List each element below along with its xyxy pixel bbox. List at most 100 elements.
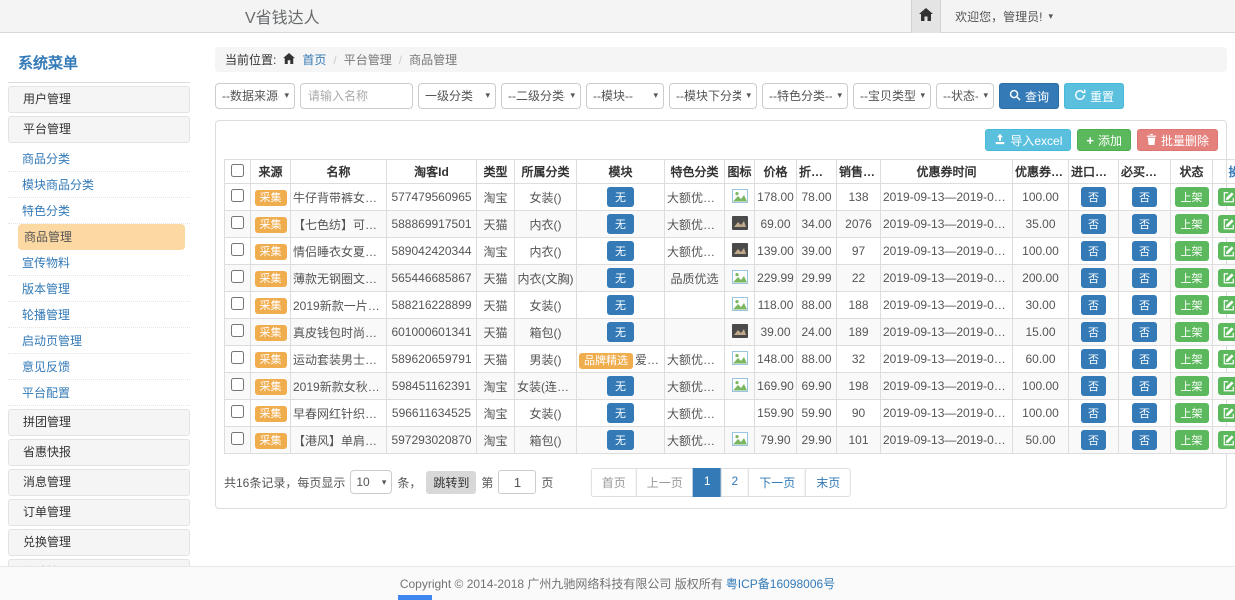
module-select[interactable]: --模块-- [586,83,664,109]
must-buy-toggle[interactable]: 否 [1132,214,1157,234]
category1-select[interactable]: 一级分类 [418,83,496,109]
row-checkbox[interactable] [231,297,244,310]
import-optional-toggle[interactable]: 否 [1081,403,1106,423]
status-badge[interactable]: 上架 [1175,430,1209,450]
sidebar-subitem-platform-config[interactable]: 平台配置 [8,380,190,406]
pager-last[interactable]: 末页 [805,468,851,497]
import-optional-toggle[interactable]: 否 [1081,376,1106,396]
row-checkbox[interactable] [231,378,244,391]
must-buy-toggle[interactable]: 否 [1132,430,1157,450]
edit-button[interactable] [1218,377,1235,395]
status-badge[interactable]: 上架 [1175,403,1209,423]
import-optional-toggle[interactable]: 否 [1081,241,1106,261]
home-button[interactable] [911,0,941,33]
status-badge[interactable]: 上架 [1175,268,1209,288]
edit-button[interactable] [1218,431,1235,449]
import-optional-toggle[interactable]: 否 [1081,187,1106,207]
search-button[interactable]: 查询 [999,83,1059,109]
must-buy-toggle[interactable]: 否 [1132,241,1157,261]
row-checkbox[interactable] [231,216,244,229]
row-checkbox[interactable] [231,432,244,445]
icp-link[interactable]: 粤ICP备16098006号 [726,575,835,592]
row-checkbox[interactable] [231,405,244,418]
source-cell: 采集 [251,373,291,400]
horizontal-scrollbar-thumb[interactable] [398,595,432,600]
status-badge[interactable]: 上架 [1175,349,1209,369]
jump-button[interactable]: 跳转到 [426,471,476,494]
import-optional-toggle[interactable]: 否 [1081,430,1106,450]
product-thumbnail-icon [732,327,748,341]
sidebar-item-savings-express[interactable]: 省惠快报 [8,439,190,466]
type-cell: 天猫 [477,265,515,292]
data-source-select[interactable]: --数据来源-- [215,83,295,109]
must-buy-toggle[interactable]: 否 [1132,268,1157,288]
edit-button[interactable] [1218,188,1235,206]
select-all-checkbox[interactable] [231,164,244,177]
status-badge[interactable]: 上架 [1175,241,1209,261]
sidebar-item-platform-management[interactable]: 平台管理 [8,116,190,143]
pager-first[interactable]: 首页 [591,468,637,497]
sidebar-subitem-goods-management[interactable]: 商品管理 [18,224,185,250]
edit-button[interactable] [1218,269,1235,287]
row-checkbox[interactable] [231,270,244,283]
row-checkbox[interactable] [231,324,244,337]
per-page-select[interactable]: 10 [350,470,392,494]
import-optional-toggle[interactable]: 否 [1081,295,1106,315]
sidebar-subitem-carousel-management[interactable]: 轮播管理 [8,302,190,328]
breadcrumb-home-link[interactable]: 首页 [302,51,326,68]
sidebar-item-user-management[interactable]: 用户管理 [8,86,190,113]
feature-category-select[interactable]: --特色分类-- [762,83,848,109]
module-sub-select[interactable]: --模块下分类-- [669,83,757,109]
item-type-select[interactable]: --宝贝类型-- [853,83,931,109]
status-select[interactable]: --状态-- [936,83,994,109]
edit-button[interactable] [1218,242,1235,260]
add-button[interactable]: + 添加 [1077,129,1131,151]
must-buy-toggle[interactable]: 否 [1132,376,1157,396]
import-optional-toggle[interactable]: 否 [1081,322,1106,342]
row-checkbox[interactable] [231,189,244,202]
sidebar-item-exchange-management[interactable]: 兑换管理 [8,529,190,556]
sidebar-subitem-module-goods-category[interactable]: 模块商品分类 [8,172,190,198]
edit-button[interactable] [1218,215,1235,233]
sidebar-subitem-goods-category[interactable]: 商品分类 [8,146,190,172]
status-badge[interactable]: 上架 [1175,214,1209,234]
edit-button[interactable] [1218,350,1235,368]
pager-page-1[interactable]: 1 [693,468,722,497]
pager-next[interactable]: 下一页 [748,468,806,497]
must-buy-toggle[interactable]: 否 [1132,295,1157,315]
sidebar-subitem-splash-management[interactable]: 启动页管理 [8,328,190,354]
row-checkbox[interactable] [231,351,244,364]
sidebar-item-groupbuy-management[interactable]: 拼团管理 [8,409,190,436]
reset-button[interactable]: 重置 [1064,83,1124,109]
sidebar-subitem-feature-category[interactable]: 特色分类 [8,198,190,224]
import-optional-toggle[interactable]: 否 [1081,349,1106,369]
sidebar-subitem-promo-materials[interactable]: 宣传物料 [8,250,190,276]
pager-prev[interactable]: 上一页 [636,468,694,497]
must-buy-toggle[interactable]: 否 [1132,403,1157,423]
sidebar-subitem-feedback[interactable]: 意见反馈 [8,354,190,380]
import-excel-button[interactable]: 导入excel [985,129,1071,151]
jump-page-input[interactable] [498,470,536,494]
sidebar-item-order-management[interactable]: 订单管理 [8,499,190,526]
name-search-input[interactable] [300,83,413,109]
must-buy-toggle[interactable]: 否 [1132,187,1157,207]
sidebar-item-message-management[interactable]: 消息管理 [8,469,190,496]
status-badge[interactable]: 上架 [1175,376,1209,396]
import-optional-toggle[interactable]: 否 [1081,268,1106,288]
status-badge[interactable]: 上架 [1175,322,1209,342]
row-checkbox[interactable] [231,243,244,256]
must-buy-toggle[interactable]: 否 [1132,322,1157,342]
batch-delete-button[interactable]: 批量删除 [1137,129,1218,151]
status-badge[interactable]: 上架 [1175,187,1209,207]
import-optional-toggle[interactable]: 否 [1081,214,1106,234]
edit-button[interactable] [1218,404,1235,422]
pager-page-2[interactable]: 2 [721,468,750,497]
edit-button[interactable] [1218,296,1235,314]
must-buy-toggle[interactable]: 否 [1132,349,1157,369]
status-badge[interactable]: 上架 [1175,295,1209,315]
category2-select[interactable]: --二级分类-- [501,83,581,109]
discount-price-cell: 69.90 [797,373,837,400]
sidebar-subitem-version-management[interactable]: 版本管理 [8,276,190,302]
edit-button[interactable] [1218,323,1235,341]
user-menu[interactable]: 欢迎您，管理员! ▾ [941,8,1067,25]
